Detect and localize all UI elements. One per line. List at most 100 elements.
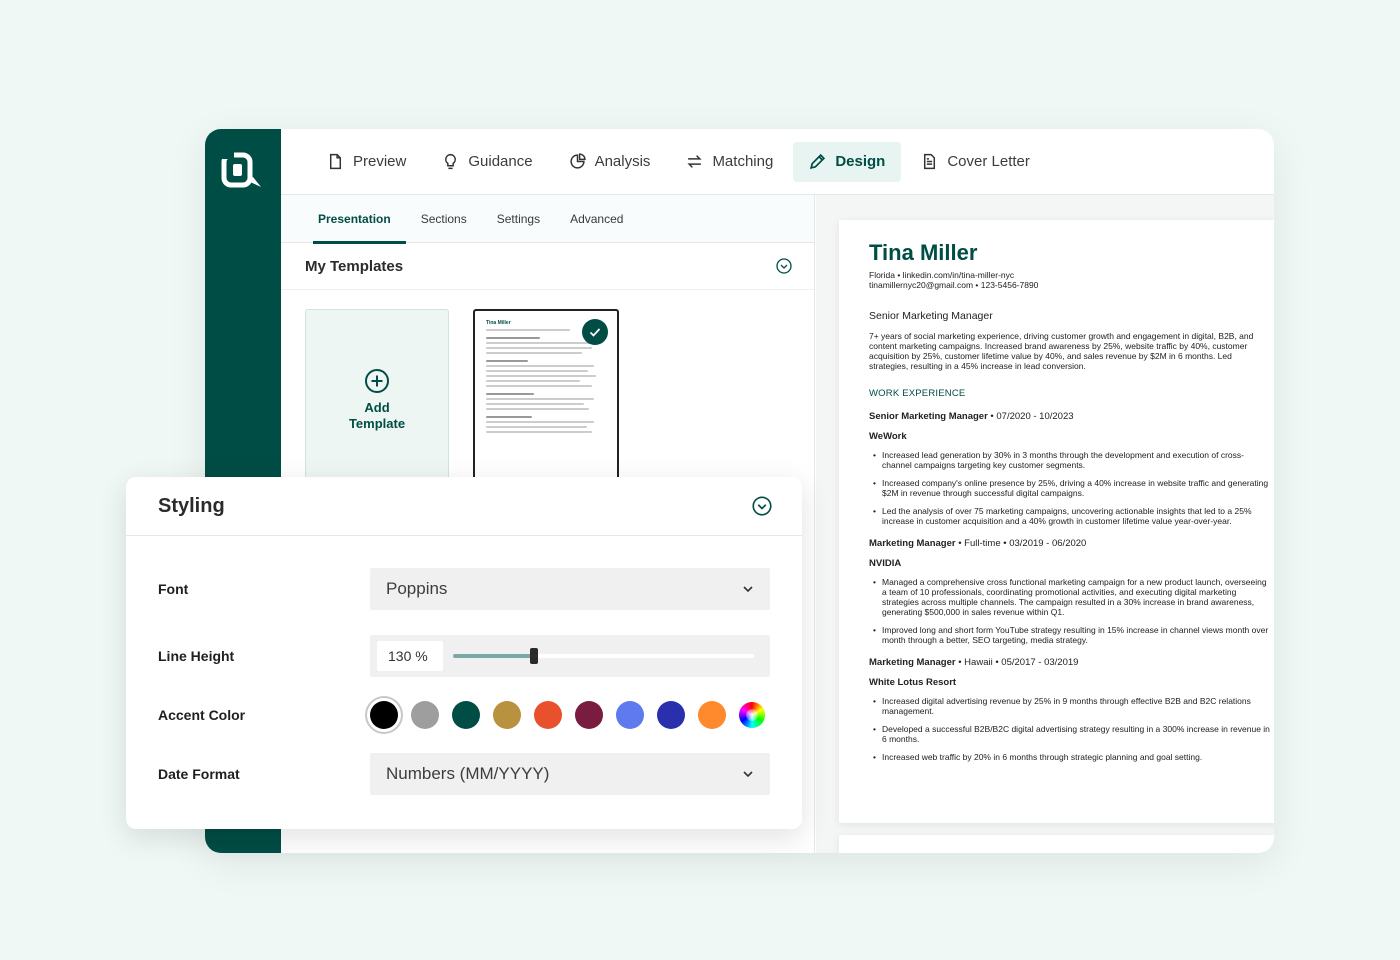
chevron-down-circle-icon[interactable] xyxy=(776,258,792,274)
job-bullet: Improved long and short form YouTube str… xyxy=(869,625,1270,645)
resume-role: Senior Marketing Manager xyxy=(869,310,993,322)
thumb-line xyxy=(486,370,588,372)
resume-contact-1: Florida • linkedin.com/in/tina-miller-ny… xyxy=(869,270,1015,280)
accent-color-label: Accent Color xyxy=(158,707,246,723)
nav-design-label: Design xyxy=(835,153,886,170)
thumb-line xyxy=(486,398,594,400)
line-height-slider-track[interactable] xyxy=(453,648,754,664)
nav-cover-letter[interactable]: Cover Letter xyxy=(905,142,1046,182)
thumb-line xyxy=(486,342,597,344)
job-bullets: Managed a comprehensive cross functional… xyxy=(869,577,1270,645)
document-icon xyxy=(924,153,936,170)
selected-check-icon xyxy=(582,319,608,345)
thumb-line xyxy=(486,347,592,349)
accent-color-swatch[interactable] xyxy=(411,701,439,729)
job-meta: • Full-time • 03/2019 - 06/2020 xyxy=(955,538,1087,549)
job-title: Marketing Manager xyxy=(869,657,956,668)
tab-sections[interactable]: Sections xyxy=(406,195,482,243)
top-navigation: Preview Guidance Analysis Matching Desig… xyxy=(281,129,1274,195)
nav-matching-label: Matching xyxy=(712,153,774,170)
resume-name: Tina Miller xyxy=(869,240,978,265)
date-format-value: Numbers (MM/YYYY) xyxy=(386,764,550,783)
job-meta: • 07/2020 - 10/2023 xyxy=(987,411,1074,422)
job-heading: Marketing Manager • Full-time • 03/2019 … xyxy=(869,538,1270,549)
font-select-value: Poppins xyxy=(386,579,448,598)
design-subtabs: Presentation Sections Settings Advanced xyxy=(281,195,814,244)
nav-analysis-label: Analysis xyxy=(594,153,651,170)
accent-color-swatch[interactable] xyxy=(657,701,685,729)
styling-panel: Styling Font Poppins Line Height 130 % A… xyxy=(126,477,802,829)
line-height-label: Line Height xyxy=(158,648,235,664)
thumb-line xyxy=(486,365,594,367)
thumb-line xyxy=(486,360,528,362)
pie-chart-icon xyxy=(569,153,586,169)
job-title: Senior Marketing Manager xyxy=(869,411,988,422)
custom-color-picker-icon[interactable] xyxy=(739,702,765,728)
thumb-line xyxy=(486,385,592,387)
job-bullet: Increased lead generation by 30% in 3 mo… xyxy=(869,450,1270,470)
job-bullets: Increased digital advertising revenue by… xyxy=(869,696,1270,762)
accent-color-swatch[interactable] xyxy=(616,701,644,729)
nav-preview[interactable]: Preview xyxy=(311,142,422,182)
font-label: Font xyxy=(158,581,189,597)
line-height-slider-fill xyxy=(453,654,535,658)
thumb-line xyxy=(486,416,532,418)
nav-analysis[interactable]: Analysis xyxy=(553,142,667,182)
resume-contact-2: tinamillernyc20@gmail.com • 123-5456-789… xyxy=(869,280,1039,290)
nav-design[interactable]: Design xyxy=(793,141,902,182)
styling-title: Styling xyxy=(158,494,225,517)
pencil-icon xyxy=(810,153,826,170)
accent-color-swatch[interactable] xyxy=(493,701,521,729)
accent-color-swatch[interactable] xyxy=(575,701,603,729)
resume-page-2 xyxy=(839,835,1274,853)
thumb-line xyxy=(486,352,582,354)
thumb-line xyxy=(486,421,594,423)
add-template-label-2: Template xyxy=(348,416,406,431)
my-templates-title: My Templates xyxy=(305,257,404,275)
line-height-slider-handle[interactable] xyxy=(530,648,539,664)
resume-preview-pane: Tina Miller Florida • linkedin.com/in/ti… xyxy=(816,195,1274,853)
add-template-label-1: Add xyxy=(364,400,390,415)
thumb-line xyxy=(486,408,590,410)
chevron-down-circle-icon[interactable] xyxy=(752,496,772,516)
job-bullet: Developed a successful B2B/B2C digital a… xyxy=(869,724,1270,744)
thumb-line xyxy=(486,403,585,405)
job-title: Marketing Manager xyxy=(869,538,956,549)
accent-color-swatch[interactable] xyxy=(370,701,398,729)
accent-color-row: Accent Color xyxy=(158,701,770,729)
styling-header[interactable]: Styling xyxy=(126,477,802,536)
resume-page: Tina Miller Florida • linkedin.com/in/ti… xyxy=(839,220,1274,823)
template-thumbnail[interactable]: Tina Miller xyxy=(473,309,619,484)
tab-presentation[interactable]: Presentation xyxy=(303,195,406,244)
app-logo-icon[interactable] xyxy=(221,151,267,191)
thumb-line xyxy=(486,426,587,428)
job-bullet: Increased company's online presence by 2… xyxy=(869,478,1270,498)
nav-guidance[interactable]: Guidance xyxy=(426,142,548,182)
resume-section-title: WORK EXPERIENCE xyxy=(869,388,966,399)
nav-guidance-label: Guidance xyxy=(468,153,533,170)
line-height-input[interactable]: 130 % xyxy=(377,641,443,671)
plus-circle-icon xyxy=(365,369,389,393)
job-heading: Senior Marketing Manager • 07/2020 - 10/… xyxy=(869,411,1270,422)
thumb-line xyxy=(486,393,534,395)
job-bullet: Increased digital advertising revenue by… xyxy=(869,696,1270,716)
nav-cover-letter-label: Cover Letter xyxy=(947,153,1030,170)
accent-color-swatch[interactable] xyxy=(698,701,726,729)
accent-color-swatch[interactable] xyxy=(534,701,562,729)
my-templates-header[interactable]: My Templates xyxy=(281,243,814,290)
thumb-line xyxy=(486,329,570,331)
chevron-down-icon xyxy=(743,586,753,593)
job-bullet: Increased web traffic by 20% in 6 months… xyxy=(869,752,1270,762)
nav-matching[interactable]: Matching xyxy=(670,142,789,182)
thumb-line xyxy=(486,375,597,377)
date-format-label: Date Format xyxy=(158,766,240,782)
swap-icon xyxy=(687,155,703,168)
date-format-select[interactable]: Numbers (MM/YYYY) xyxy=(370,753,770,795)
font-row: Font Poppins xyxy=(158,568,770,610)
tab-advanced[interactable]: Advanced xyxy=(555,195,638,243)
font-select[interactable]: Poppins xyxy=(370,568,770,610)
tab-settings[interactable]: Settings xyxy=(482,195,555,243)
job-company: WeWork xyxy=(869,431,907,442)
accent-color-swatch[interactable] xyxy=(452,701,480,729)
add-template-card[interactable]: Add Template xyxy=(305,309,449,484)
